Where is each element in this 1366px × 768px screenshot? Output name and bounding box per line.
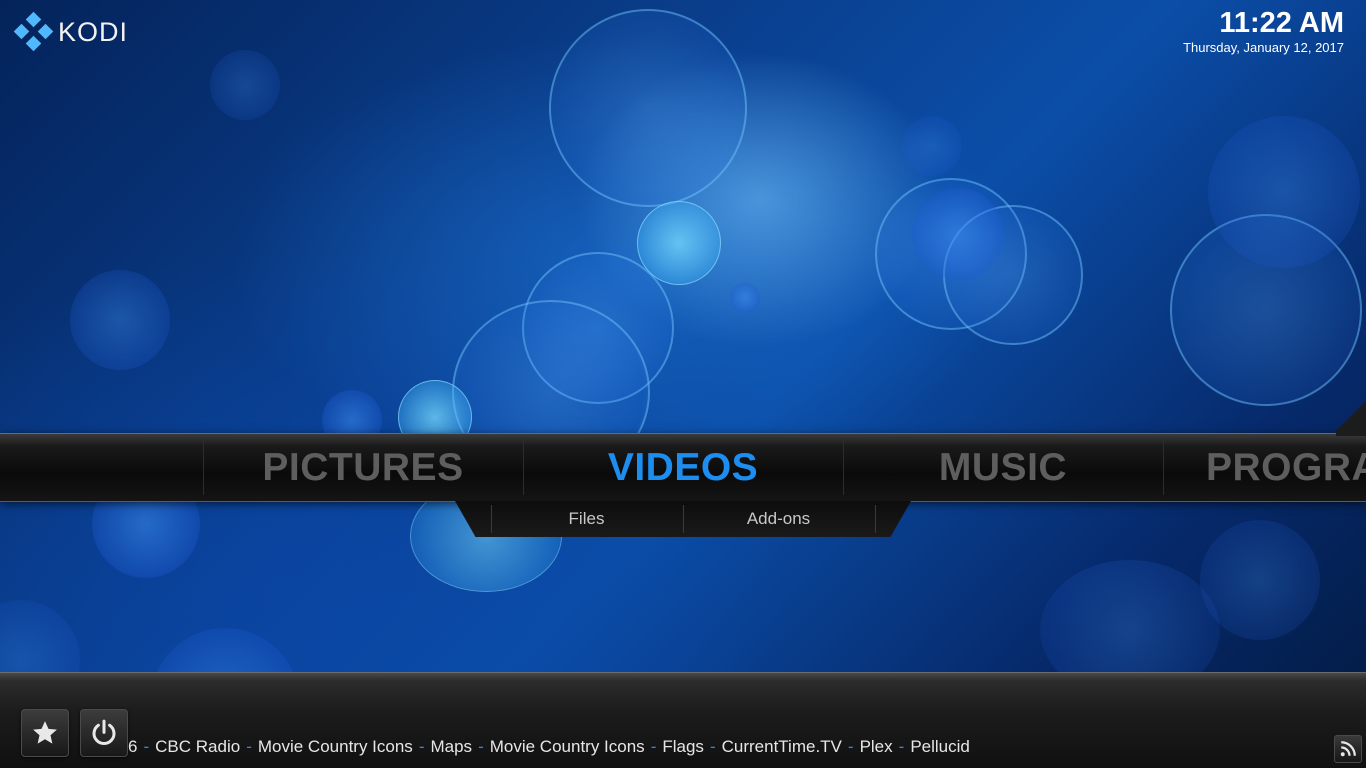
submenu-item-files[interactable]: Files [491,501,682,537]
ticker-item: Movie Country Icons [489,737,645,756]
ticker-separator: - [650,737,657,756]
background-bokeh [522,252,674,404]
background-bokeh [875,178,1027,330]
main-menu: PICTURES VIDEOS MUSIC PROGRA [0,396,1366,502]
submenu-divider [875,505,876,533]
ticker-separator: - [847,737,854,756]
background-bokeh [943,205,1083,345]
ticker-item: Maps [430,737,473,756]
ticker-item: CurrentTime.TV [721,737,842,756]
background-bokeh [1200,520,1320,640]
logo-text: KODI [58,16,129,47]
background-bokeh [1170,214,1362,406]
ticker-separator: - [898,737,905,756]
ticker-separator: - [418,737,425,756]
background-bokeh [902,116,962,176]
clock-time: 11:22 AM [1219,7,1344,39]
favourites-button[interactable] [21,709,69,757]
star-icon [33,721,57,744]
rss-button[interactable] [1334,735,1362,763]
menu-item-pictures[interactable]: PICTURES [203,434,523,501]
background-bokeh [637,201,721,285]
menu-item-programs[interactable]: PROGRA [1163,434,1366,501]
videos-submenu: Files Add-ons [455,501,911,537]
menu-item-music[interactable]: MUSIC [843,434,1163,501]
ticker-item: Plex [859,737,893,756]
background-bokeh [730,283,760,313]
background-bokeh [210,50,280,120]
ticker-separator: - [246,737,252,756]
power-button[interactable] [80,709,128,757]
ticker-item: 6 [128,737,138,756]
ticker-separator: - [709,737,716,756]
ticker-item: Flags [662,737,704,756]
rss-ticker[interactable]: 6 - CBC Radio - Movie Country Icons - Ma… [128,736,970,758]
power-icon [92,719,116,746]
clock-date: Thursday, January 12, 2017 [1183,40,1344,55]
background-bokeh [1208,116,1360,268]
menu-item-videos[interactable]: VIDEOS [523,434,843,501]
background-bokeh [549,9,747,207]
kodi-home-screen: KODI 11:22 AM Thursday, January 12, 2017… [0,0,1366,768]
rss-icon [1340,741,1356,757]
menu-bar-edge [1336,396,1366,436]
ticker-item: Movie Country Icons [257,737,413,756]
ticker-separator: - [478,737,484,756]
ticker-item: CBC Radio [155,737,241,756]
clock: 11:22 AM Thursday, January 12, 2017 [1183,6,1344,56]
kodi-logo-icon [13,11,54,52]
background-bokeh [70,270,170,370]
submenu-item-add-ons[interactable]: Add-ons [683,501,874,537]
background-bokeh [912,188,1004,280]
kodi-logo: KODI [13,11,129,52]
ticker-separator: - [143,737,150,756]
ticker-item: Pellucid [910,737,970,756]
